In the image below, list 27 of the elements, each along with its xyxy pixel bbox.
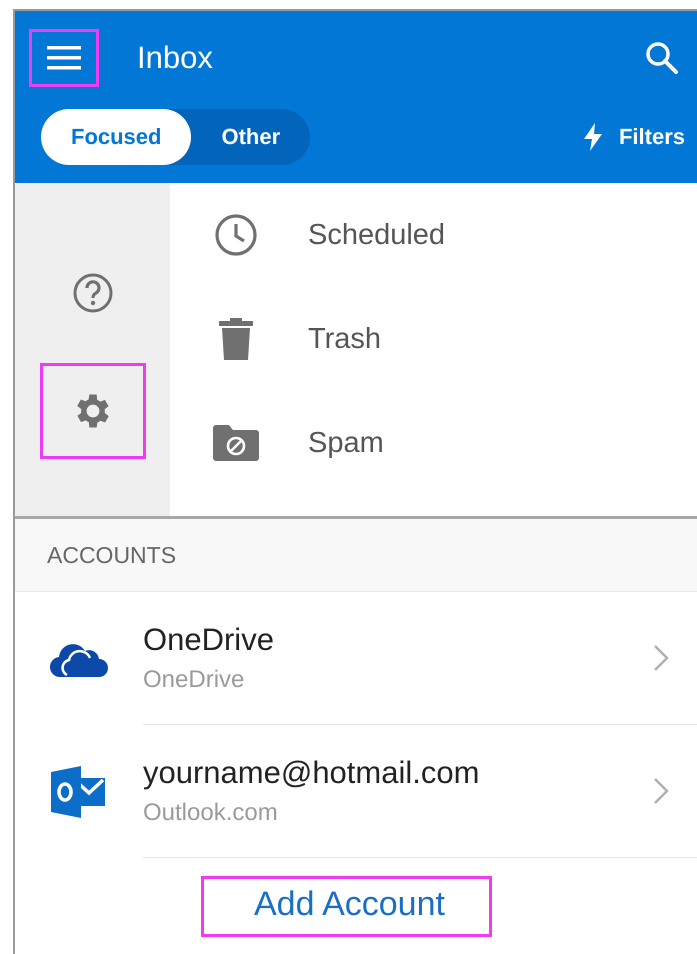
- add-account-link[interactable]: Add Account: [201, 876, 492, 937]
- trash-icon: [219, 318, 253, 360]
- settings-button[interactable]: [40, 363, 146, 459]
- lightning-icon: [582, 123, 603, 151]
- mail-app-icon: [51, 766, 107, 818]
- inbox-title: Inbox: [137, 40, 214, 76]
- chevron-right-icon: [653, 644, 669, 672]
- inbox-tab[interactable]: Other: [191, 109, 310, 165]
- account-type: Outlook.com: [143, 799, 279, 827]
- inbox-tab[interactable]: Focused: [41, 109, 192, 165]
- menu-button[interactable]: [29, 29, 99, 87]
- account-item[interactable]: yourname@hotmail.com Outlook.com: [15, 725, 697, 858]
- search-icon[interactable]: [645, 41, 679, 75]
- chevron-right-icon: [653, 777, 669, 805]
- folder-item[interactable]: Spam: [170, 391, 697, 495]
- menu-icon: [47, 45, 81, 71]
- account-name: yourname@hotmail.com: [143, 755, 480, 791]
- help-icon: [72, 272, 114, 314]
- accounts-heading: ACCOUNTS: [47, 542, 176, 568]
- account-name: OneDrive: [143, 622, 275, 658]
- folder-item[interactable]: Trash: [170, 287, 697, 391]
- filters-button[interactable]: Filters: [582, 123, 697, 151]
- account-item[interactable]: OneDrive OneDrive: [15, 592, 697, 725]
- account-type: OneDrive: [143, 666, 246, 694]
- clock-icon: [214, 213, 258, 257]
- folder-item[interactable]: Scheduled: [170, 183, 697, 287]
- folder-block-icon: [213, 425, 259, 461]
